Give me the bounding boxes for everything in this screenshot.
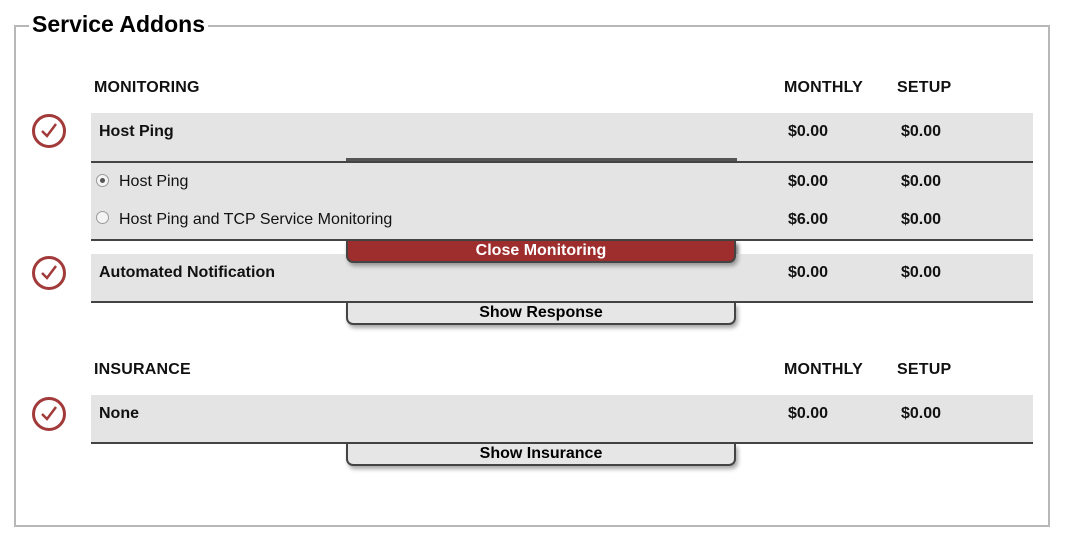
close-monitoring-button-overlay[interactable]: Close Monitoring <box>346 241 736 263</box>
insurance-selected-label: None <box>99 405 139 422</box>
notification-setup: $0.00 <box>901 264 942 281</box>
monitoring-selected-monthly: $0.00 <box>788 123 829 140</box>
monitoring-selected-setup: $0.00 <box>901 123 942 140</box>
insurance-selected-monthly: $0.00 <box>788 405 829 422</box>
host-ping-tcp-option-monthly: $6.00 <box>788 211 829 228</box>
monitoring-setup-header: SETUP <box>897 79 952 96</box>
host-ping-option-setup: $0.00 <box>901 173 942 190</box>
host-ping-option-monthly: $0.00 <box>788 173 829 190</box>
service-addons-legend: Service Addons <box>29 10 208 38</box>
notification-monthly: $0.00 <box>788 264 829 281</box>
monitoring-header: MONITORING <box>94 79 200 96</box>
monitoring-selected-row[interactable] <box>91 113 1033 162</box>
monitoring-monthly-header: MONTHLY <box>784 79 864 96</box>
host-ping-radio[interactable] <box>96 174 109 187</box>
host-ping-option-label[interactable]: Host Ping <box>119 173 188 191</box>
insurance-header: INSURANCE <box>94 361 191 378</box>
show-insurance-button[interactable]: Show Insurance <box>346 444 736 466</box>
insurance-setup-header: SETUP <box>897 361 952 378</box>
host-ping-tcp-option-label[interactable]: Host Ping and TCP Service Monitoring <box>119 211 392 229</box>
notification-label: Automated Notification <box>99 264 275 281</box>
insurance-monthly-header: MONTHLY <box>784 361 864 378</box>
host-ping-tcp-option-setup: $0.00 <box>901 211 942 228</box>
notification-check-icon <box>32 256 66 290</box>
show-response-button[interactable]: Show Response <box>346 303 736 325</box>
insurance-selected-row[interactable] <box>91 395 1033 443</box>
monitoring-check-icon <box>32 114 66 148</box>
host-ping-tcp-radio[interactable] <box>96 211 109 224</box>
insurance-selected-setup: $0.00 <box>901 405 942 422</box>
insurance-check-icon <box>32 397 66 431</box>
monitoring-selected-label: Host Ping <box>99 123 174 140</box>
